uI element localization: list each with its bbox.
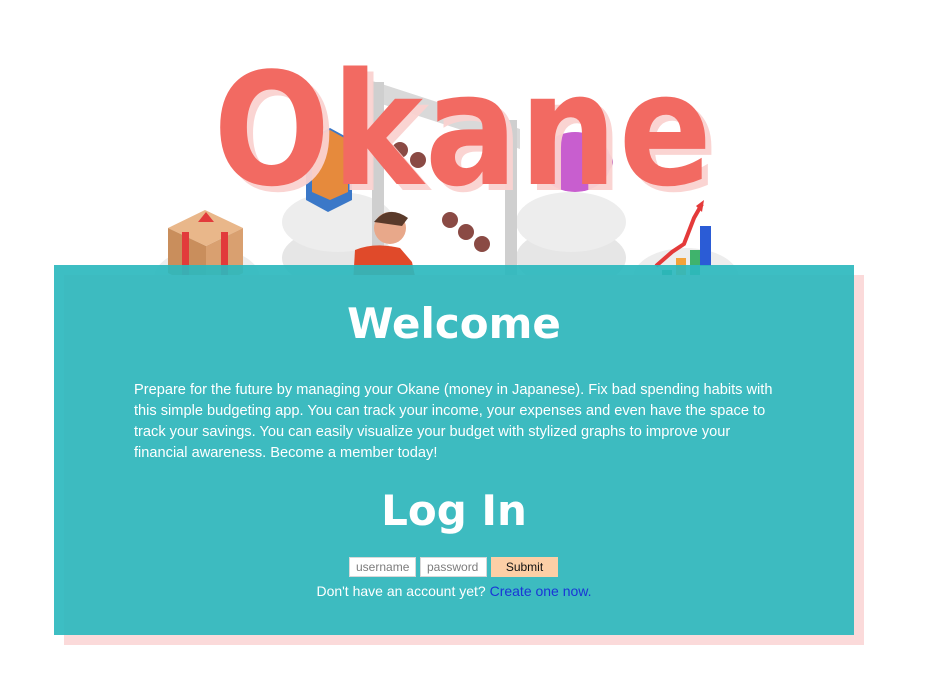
username-input[interactable] — [349, 557, 416, 577]
brand-title: Okane — [213, 39, 714, 221]
login-heading: Log In — [381, 486, 527, 535]
submit-button[interactable]: Submit — [491, 557, 558, 577]
password-input[interactable] — [420, 557, 487, 577]
intro-text: Prepare for the future by managing your … — [134, 382, 773, 461]
signup-prompt: Don't have an account yet? — [316, 583, 486, 599]
create-account-link[interactable]: Create one now. — [490, 583, 592, 599]
login-form: Submit — [349, 557, 558, 577]
welcome-heading: Welcome — [347, 299, 561, 348]
signup-line: Don't have an account yet? Create one no… — [0, 583, 908, 599]
